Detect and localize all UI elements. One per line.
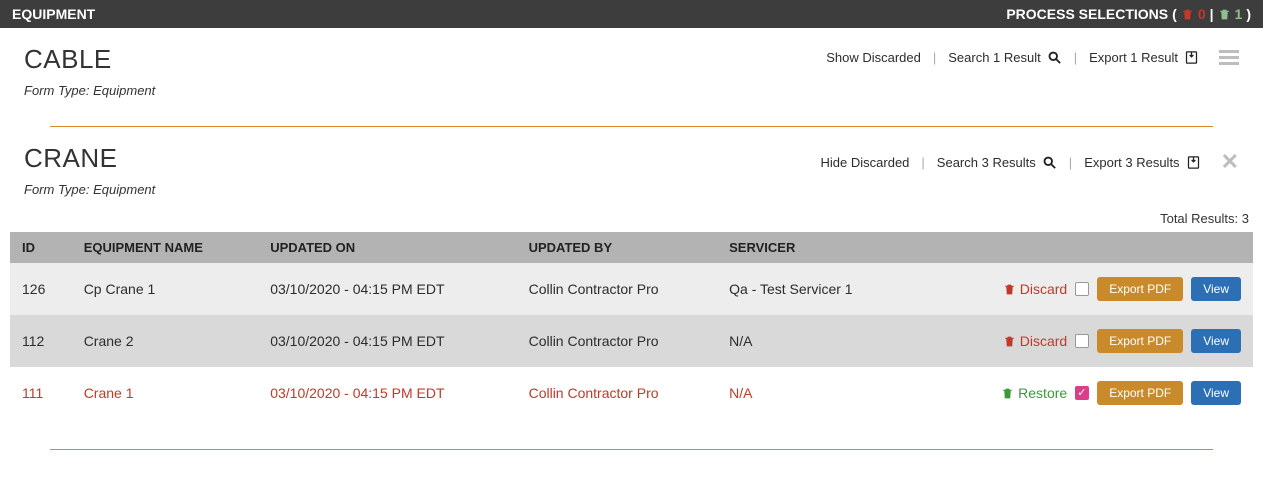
cell-servicer: N/A xyxy=(717,367,909,419)
table-row: 112Crane 203/10/2020 - 04:15 PM EDTColli… xyxy=(10,315,1253,367)
section-crane: CRANE Form Type: Equipment Hide Discarde… xyxy=(0,127,1263,205)
trash-count: 0 xyxy=(1198,6,1206,22)
form-type: Form Type: Equipment xyxy=(24,182,1239,197)
cell-id: 112 xyxy=(10,315,72,367)
total-results: Total Results: 3 xyxy=(0,205,1263,232)
cell-actions: Restore Export PDF View xyxy=(909,367,1253,419)
show-discarded-toggle[interactable]: Show Discarded xyxy=(826,50,921,65)
search-icon xyxy=(1047,50,1062,65)
row-checkbox[interactable] xyxy=(1075,282,1089,296)
cell-updated_by: Collin Contractor Pro xyxy=(517,367,718,419)
export-pdf-button[interactable]: Export PDF xyxy=(1097,381,1183,405)
export-pdf-button[interactable]: Export PDF xyxy=(1097,329,1183,353)
col-updated-on: UPDATED ON xyxy=(258,232,516,263)
export-icon xyxy=(1184,50,1199,65)
cell-updated_by: Collin Contractor Pro xyxy=(517,263,718,315)
cell-id: 111 xyxy=(10,367,72,419)
table-row: 111Crane 103/10/2020 - 04:15 PM EDTColli… xyxy=(10,367,1253,419)
discard-button[interactable]: Discard xyxy=(1003,333,1067,349)
search-results[interactable]: Search 3 Results xyxy=(937,155,1057,170)
process-selections[interactable]: PROCESS SELECTIONS ( 0 | 1 ) xyxy=(1006,6,1251,22)
cell-actions: Discard Export PDF View xyxy=(909,263,1253,315)
table-row: 126Cp Crane 103/10/2020 - 04:15 PM EDTCo… xyxy=(10,263,1253,315)
top-bar: EQUIPMENT PROCESS SELECTIONS ( 0 | 1 ) xyxy=(0,0,1263,28)
discard-button[interactable]: Discard xyxy=(1003,281,1067,297)
process-selections-label: PROCESS SELECTIONS xyxy=(1006,6,1168,22)
cell-name: Cp Crane 1 xyxy=(72,263,259,315)
section-controls: Show Discarded | Search 1 Result | Expor… xyxy=(826,50,1239,65)
restore-icon xyxy=(1218,8,1231,21)
cell-updated_on: 03/10/2020 - 04:15 PM EDT xyxy=(258,367,516,419)
view-button[interactable]: View xyxy=(1191,329,1241,353)
section-controls: Hide Discarded | Search 3 Results | Expo… xyxy=(821,149,1239,175)
cell-name: Crane 1 xyxy=(72,367,259,419)
export-results[interactable]: Export 3 Results xyxy=(1084,155,1200,170)
close-icon[interactable]: ✕ xyxy=(1221,149,1239,175)
search-icon xyxy=(1042,155,1057,170)
col-name: EQUIPMENT NAME xyxy=(72,232,259,263)
col-updated-by: UPDATED BY xyxy=(517,232,718,263)
trash-icon xyxy=(1003,283,1016,296)
col-actions xyxy=(909,232,1253,263)
row-checkbox[interactable] xyxy=(1075,334,1089,348)
col-servicer: SERVICER xyxy=(717,232,909,263)
trash-icon xyxy=(1181,8,1194,21)
export-pdf-button[interactable]: Export PDF xyxy=(1097,277,1183,301)
cell-servicer: Qa - Test Servicer 1 xyxy=(717,263,909,315)
hide-discarded-toggle[interactable]: Hide Discarded xyxy=(821,155,910,170)
trash-icon xyxy=(1003,335,1016,348)
top-bar-title: EQUIPMENT xyxy=(12,6,95,22)
export-icon xyxy=(1186,155,1201,170)
row-checkbox[interactable] xyxy=(1075,386,1089,400)
cell-updated_by: Collin Contractor Pro xyxy=(517,315,718,367)
cell-actions: Discard Export PDF View xyxy=(909,315,1253,367)
table-header-row: ID EQUIPMENT NAME UPDATED ON UPDATED BY … xyxy=(10,232,1253,263)
view-button[interactable]: View xyxy=(1191,277,1241,301)
restore-icon xyxy=(1001,387,1014,400)
cell-updated_on: 03/10/2020 - 04:15 PM EDT xyxy=(258,263,516,315)
section-cable: CABLE Form Type: Equipment Show Discarde… xyxy=(0,28,1263,106)
section-divider xyxy=(50,449,1213,450)
results-table: ID EQUIPMENT NAME UPDATED ON UPDATED BY … xyxy=(10,232,1253,419)
cell-id: 126 xyxy=(10,263,72,315)
menu-icon[interactable] xyxy=(1219,50,1239,65)
export-results[interactable]: Export 1 Result xyxy=(1089,50,1199,65)
view-button[interactable]: View xyxy=(1191,381,1241,405)
col-id: ID xyxy=(10,232,72,263)
cell-updated_on: 03/10/2020 - 04:15 PM EDT xyxy=(258,315,516,367)
restore-button[interactable]: Restore xyxy=(1001,385,1067,401)
cell-name: Crane 2 xyxy=(72,315,259,367)
form-type: Form Type: Equipment xyxy=(24,83,1239,98)
restore-count: 1 xyxy=(1235,6,1243,22)
cell-servicer: N/A xyxy=(717,315,909,367)
search-results[interactable]: Search 1 Result xyxy=(948,50,1062,65)
